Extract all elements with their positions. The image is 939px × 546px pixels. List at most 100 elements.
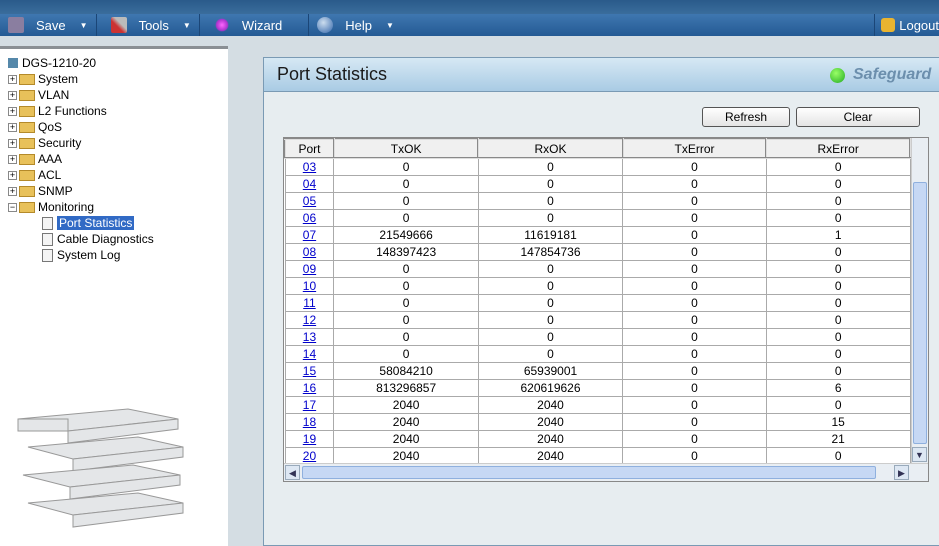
cell-txok: 0 [333,208,479,227]
port-cell: 19 [284,429,335,448]
port-link[interactable]: 11 [303,296,315,310]
port-link[interactable]: 10 [303,279,316,293]
column-header-txerror: TxError [621,138,768,159]
cell-rxok: 65939001 [477,361,624,380]
tree-root[interactable]: DGS-1210-20 [8,55,154,71]
table-row: 09 0 0 0 0 [284,259,911,278]
cell-txok: 2040 [333,429,479,448]
menu-save[interactable]: Save ▼ [0,14,97,36]
cell-txok: 0 [333,259,479,278]
port-cell: 14 [284,344,335,363]
port-link[interactable]: 19 [303,432,316,446]
port-link[interactable]: 20 [303,449,316,463]
cell-txok: 58084210 [333,361,479,380]
tree-item-system[interactable]: + System [8,71,154,87]
cell-txerror: 0 [622,225,767,244]
tree-item-monitoring[interactable]: − Monitoring [8,199,154,215]
port-link[interactable]: 05 [303,194,316,208]
tree-item-acl[interactable]: + ACL [8,167,154,183]
table-row: 18 2040 2040 0 15 [284,412,911,431]
port-link[interactable]: 17 [303,398,316,412]
cell-rxerror: 0 [765,344,911,363]
port-link[interactable]: 06 [303,211,316,225]
cell-txerror: 0 [622,191,767,210]
port-cell: 16 [284,378,335,397]
expand-icon[interactable]: + [8,138,17,148]
table-row: 13 0 0 0 0 [284,327,911,346]
folder-icon [19,169,35,181]
cell-txerror: 0 [622,259,767,278]
tree-item-aaa[interactable]: + AAA [8,151,154,167]
expand-icon[interactable]: + [8,90,17,100]
port-link[interactable]: 13 [303,330,316,344]
menu-bar: Save ▼ Tools ▼ Wizard Help ▼ Logout [0,14,939,36]
menu-tools[interactable]: Tools ▼ [97,14,200,36]
port-link[interactable]: 15 [303,364,316,378]
menu-help[interactable]: Help ▼ [309,14,402,36]
port-statistics-table[interactable]: Port TxOK RxOK TxError RxError 03 0 0 0 0 04 0 0 0 0 0… [283,137,929,482]
cell-rxok: 0 [477,310,624,329]
refresh-button[interactable]: Refresh [702,107,790,127]
port-cell: 17 [284,395,335,414]
table-row: 11 0 0 0 0 [284,293,911,312]
port-cell: 12 [284,310,335,329]
switch-stack-image [17,408,184,528]
cell-txerror: 0 [622,361,767,380]
port-link[interactable]: 07 [303,228,316,242]
scroll-down-icon[interactable]: ▼ [912,447,927,462]
horizontal-scrollbar[interactable]: ◀ ▶ [284,463,928,481]
port-cell: 09 [284,259,335,278]
scroll-right-icon[interactable]: ▶ [894,465,909,480]
chevron-down-icon: ▼ [182,20,191,30]
cell-txerror: 0 [622,395,767,414]
cell-rxerror: 0 [765,395,911,414]
tree-item-snmp[interactable]: + SNMP [8,183,154,199]
cell-txerror: 0 [622,412,767,431]
port-cell: 08 [284,242,335,261]
expand-icon[interactable]: + [8,106,17,116]
port-link[interactable]: 09 [303,262,316,276]
expand-icon[interactable]: + [8,122,17,132]
port-link[interactable]: 18 [303,415,316,429]
tree-item-security[interactable]: + Security [8,135,154,151]
vertical-scrollbar[interactable]: ▼ [911,138,928,464]
cell-rxerror: 21 [765,429,911,448]
cell-txerror: 0 [622,276,767,295]
tree-item-cable-diagnostics[interactable]: Cable Diagnostics [8,231,154,247]
tree-item-port-statistics[interactable]: Port Statistics [8,215,154,231]
tree-item-vlan[interactable]: + VLAN [8,87,154,103]
clear-button[interactable]: Clear [796,107,920,127]
tools-icon [110,17,127,33]
table-row: 16 813296857 620619626 0 6 [284,378,911,397]
port-cell: 04 [284,174,335,193]
tree-item-system-log[interactable]: System Log [8,247,154,263]
vertical-scroll-thumb[interactable] [913,182,927,444]
tree-item-l2-functions[interactable]: + L2 Functions [8,103,154,119]
cell-txerror: 0 [622,310,767,329]
scroll-left-icon[interactable]: ◀ [285,465,300,480]
port-link[interactable]: 16 [303,381,316,395]
expand-icon[interactable]: + [8,186,17,196]
port-link[interactable]: 12 [303,313,316,327]
cell-rxerror: 1 [765,225,911,244]
cell-rxok: 2040 [477,412,624,431]
tree-item-qos[interactable]: + QoS [8,119,154,135]
expand-icon[interactable]: + [8,74,17,84]
horizontal-scroll-thumb[interactable] [302,466,876,479]
port-cell: 20 [284,446,335,465]
port-link[interactable]: 08 [303,245,316,259]
collapse-icon[interactable]: − [8,202,17,212]
cell-rxok: 2040 [477,395,624,414]
port-link[interactable]: 03 [303,160,316,174]
cell-rxerror: 0 [765,276,911,295]
port-link[interactable]: 04 [303,177,316,191]
logout-button[interactable]: Logout [874,14,939,36]
port-link[interactable]: 14 [303,347,316,361]
column-header-rxok: RxOK [477,138,624,159]
table-row: 03 0 0 0 0 [284,157,911,176]
menu-wizard[interactable]: Wizard [200,14,310,36]
expand-icon[interactable]: + [8,170,17,180]
expand-icon[interactable]: + [8,154,17,164]
help-icon [317,17,334,33]
switch-icon [8,58,18,68]
